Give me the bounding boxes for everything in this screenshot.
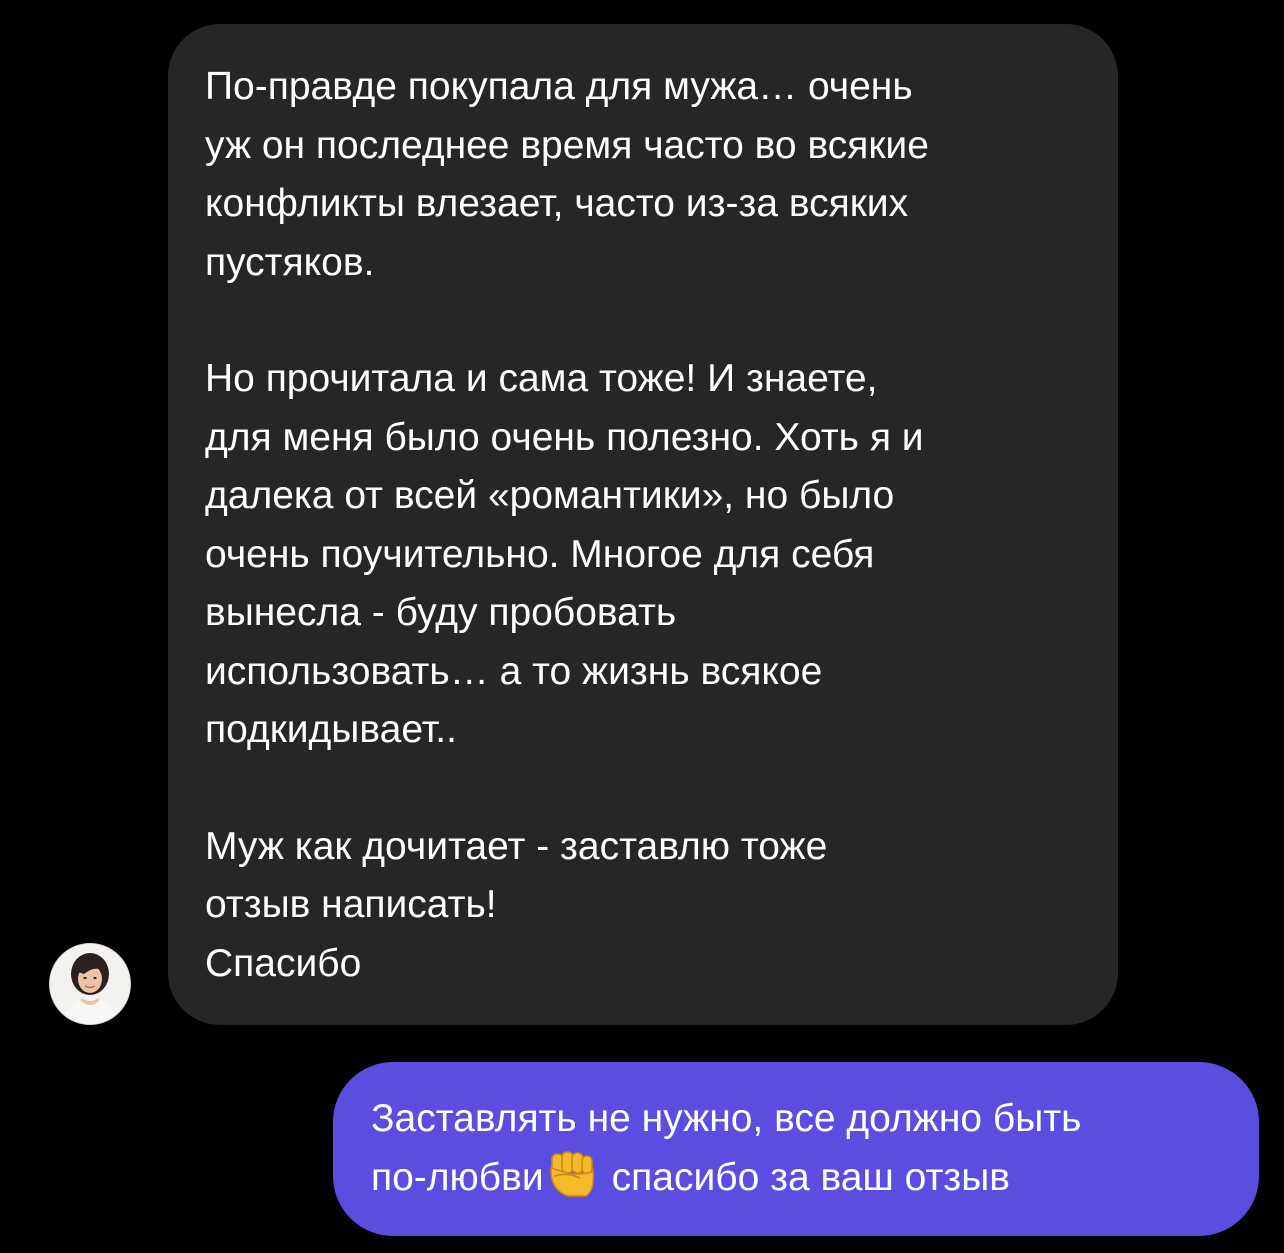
incoming-message-bubble[interactable]: По-правде покупала для мужа… очень уж он… (168, 24, 1118, 1025)
message-paragraph: Муж как дочитает - заставлю тоже отзыв н… (205, 824, 828, 985)
message-paragraph: Но прочитала и сама тоже! И знаете, для … (205, 357, 924, 751)
avatar-photo (50, 944, 130, 1024)
outgoing-message-line: Заставлять не нужно, все должно быть (371, 1097, 1082, 1140)
outgoing-message-bubble[interactable]: Заставлять не нужно, все должно быть по-… (333, 1062, 1259, 1236)
sender-avatar[interactable] (49, 943, 131, 1025)
outgoing-message-text: по-любви (371, 1155, 544, 1199)
outgoing-message-line: по-любви спасибо за ваш отзыв (371, 1149, 1229, 1216)
message-paragraph: По-правде покупала для мужа… очень уж он… (205, 65, 929, 284)
message-thread: По-правде покупала для мужа… очень уж он… (0, 0, 1284, 1253)
outgoing-message-text: спасибо за ваш отзыв (611, 1155, 1010, 1199)
raised-fist-icon (546, 1150, 598, 1216)
